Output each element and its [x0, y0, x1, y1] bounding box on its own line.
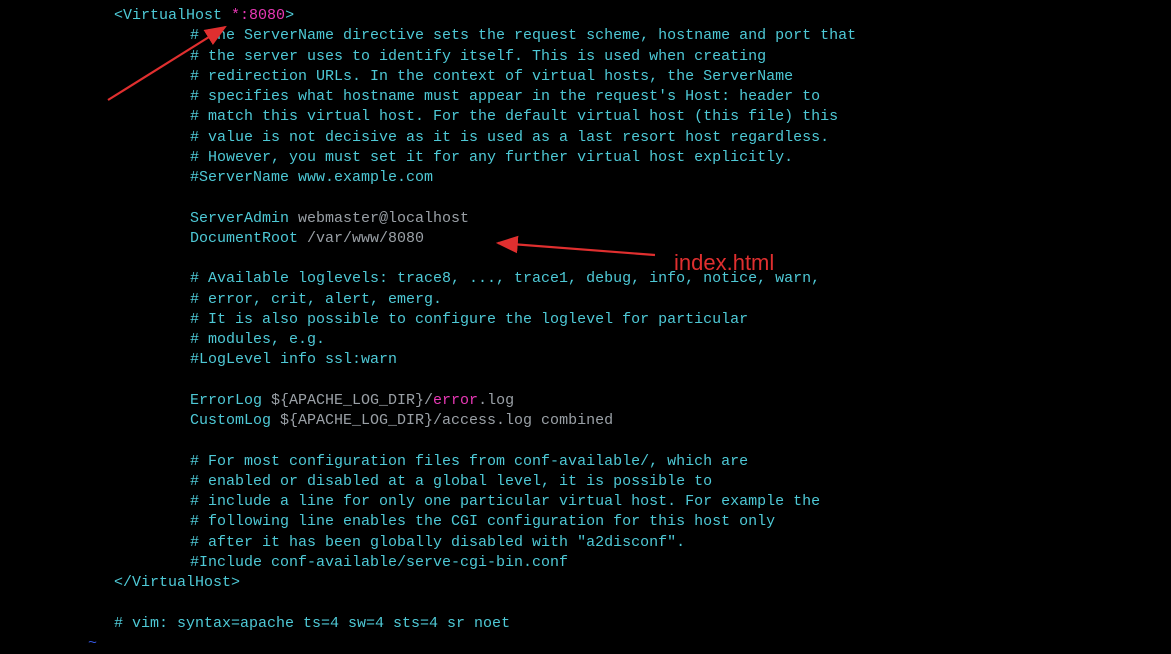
directive-key: DocumentRoot [190, 230, 298, 247]
blank-line [0, 593, 1171, 613]
blank-line [0, 371, 1171, 391]
annotation-label: index.html [674, 248, 774, 278]
log-file: error [433, 392, 478, 409]
log-ext: .log [478, 392, 514, 409]
tag-args: *:8080 [222, 7, 285, 24]
comment-line: # match this virtual host. For the defau… [0, 107, 1171, 127]
angle-bracket-close: > [285, 7, 294, 24]
angle-bracket-open: < [114, 7, 123, 24]
angle-bracket-open: </ [114, 574, 132, 591]
server-admin-line: ServerAdmin webmaster@localhost [0, 209, 1171, 229]
comment-line: # value is not decisive as it is used as… [0, 128, 1171, 148]
comment-line: # redirection URLs. In the context of vi… [0, 67, 1171, 87]
comment-line: # the server uses to identify itself. Th… [0, 47, 1171, 67]
directive-value: webmaster@localhost [289, 210, 469, 227]
vim-modeline: # vim: syntax=apache ts=4 sw=4 sts=4 sr … [0, 614, 1171, 634]
vhost-close-tag: </VirtualHost> [0, 573, 1171, 593]
comment-line: # The ServerName directive sets the requ… [0, 26, 1171, 46]
tag-name: VirtualHost [123, 7, 222, 24]
comment-line: #Include conf-available/serve-cgi-bin.co… [0, 553, 1171, 573]
blank-line [0, 188, 1171, 208]
tag-name: VirtualHost [132, 574, 231, 591]
comment-line: # include a line for only one particular… [0, 492, 1171, 512]
comment-line: #ServerName www.example.com [0, 168, 1171, 188]
comment-line: # specifies what hostname must appear in… [0, 87, 1171, 107]
angle-bracket-close: > [231, 574, 240, 591]
custom-log-line: CustomLog ${APACHE_LOG_DIR}/access.log c… [0, 411, 1171, 431]
blank-line [0, 249, 1171, 269]
document-root-line: DocumentRoot /var/www/8080 [0, 229, 1171, 249]
comment-line: # following line enables the CGI configu… [0, 512, 1171, 532]
log-var: ${APACHE_LOG_DIR}/ [262, 392, 433, 409]
comment-line: # enabled or disabled at a global level,… [0, 472, 1171, 492]
comment-line: #LogLevel info ssl:warn [0, 350, 1171, 370]
comment-line: # error, crit, alert, emerg. [0, 290, 1171, 310]
log-rest: ${APACHE_LOG_DIR}/access.log combined [271, 412, 613, 429]
directive-key: ErrorLog [190, 392, 262, 409]
error-log-line: ErrorLog ${APACHE_LOG_DIR}/error.log [0, 391, 1171, 411]
directive-key: ServerAdmin [190, 210, 289, 227]
comment-line: # It is also possible to configure the l… [0, 310, 1171, 330]
comment-line: # However, you must set it for any furth… [0, 148, 1171, 168]
comment-line: # modules, e.g. [0, 330, 1171, 350]
vim-tilde: ~ [0, 634, 1171, 654]
directive-value: /var/www/8080 [298, 230, 424, 247]
vhost-open-tag: <VirtualHost *:8080> [0, 6, 1171, 26]
blank-line [0, 431, 1171, 451]
comment-line: # Available loglevels: trace8, ..., trac… [0, 269, 1171, 289]
comment-line: # after it has been globally disabled wi… [0, 533, 1171, 553]
directive-key: CustomLog [190, 412, 271, 429]
comment-line: # For most configuration files from conf… [0, 452, 1171, 472]
